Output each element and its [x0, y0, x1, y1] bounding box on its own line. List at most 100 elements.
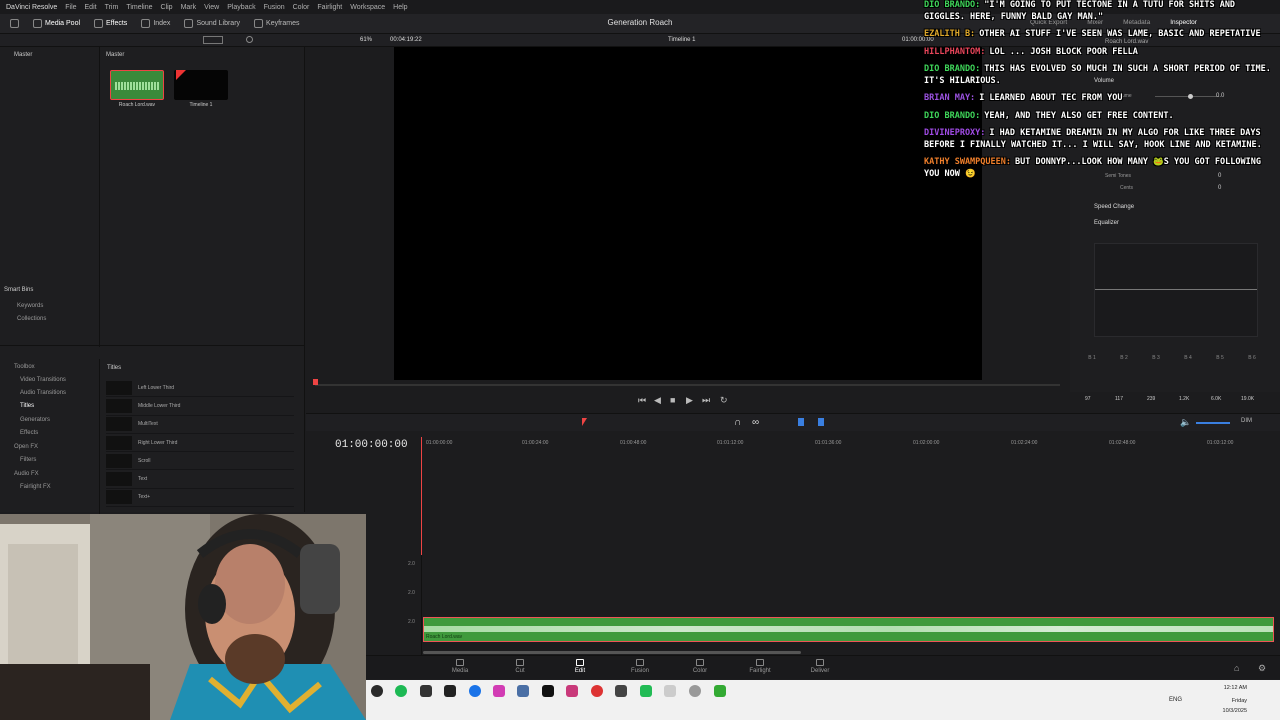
title-item[interactable]: Text+ — [106, 489, 294, 508]
app-icon[interactable] — [420, 685, 432, 697]
tree-effects[interactable]: Effects — [20, 430, 38, 436]
sound-library-button[interactable]: Sound Library — [184, 19, 240, 28]
tree-audio-fx[interactable]: Audio FX — [14, 471, 39, 477]
app-icon[interactable] — [444, 685, 456, 697]
title-item[interactable]: Scroll — [106, 452, 294, 471]
viewer-playhead[interactable] — [313, 379, 318, 385]
tree-fairlight-fx[interactable]: Fairlight FX — [20, 484, 51, 490]
menu-fusion[interactable]: Fusion — [264, 4, 285, 11]
home-icon[interactable]: ⌂ — [1234, 663, 1239, 673]
media-pool-button[interactable]: Media Pool — [33, 19, 80, 28]
app-icon[interactable] — [615, 685, 627, 697]
page-fusion[interactable]: Fusion — [625, 659, 655, 674]
page-fairlight[interactable]: Fairlight — [745, 659, 775, 674]
index-button[interactable]: Index — [141, 19, 170, 28]
title-item[interactable]: Text — [106, 470, 294, 489]
speaker-icon[interactable]: 🔈 — [1180, 417, 1191, 428]
menu-workspace[interactable]: Workspace — [350, 4, 385, 11]
menu-playback[interactable]: Playback — [227, 4, 255, 11]
tree-titles[interactable]: Titles — [20, 403, 34, 409]
page-deliver[interactable]: Deliver — [805, 659, 835, 674]
smart-bin-keywords[interactable]: Keywords — [17, 303, 43, 309]
keyframes-button[interactable]: Keyframes — [254, 19, 300, 28]
section-speed-change[interactable]: Speed Change — [1094, 204, 1134, 210]
first-frame-icon[interactable]: ⏮ — [638, 395, 646, 406]
app-icon[interactable] — [591, 685, 603, 697]
app-icon[interactable] — [493, 685, 505, 697]
menu-mark[interactable]: Mark — [181, 4, 197, 11]
tree-video-transitions[interactable]: Video Transitions — [20, 377, 66, 383]
eq-band-label[interactable]: B 2 — [1112, 355, 1136, 361]
eq-band-frequency[interactable]: 1.2K — [1179, 396, 1189, 402]
clip-thumbnail-audio[interactable] — [110, 70, 164, 100]
menu-file[interactable]: File — [65, 4, 76, 11]
eq-band-frequency[interactable]: 117 — [1115, 396, 1123, 402]
title-item[interactable]: MultiText — [106, 416, 294, 434]
eq-band-frequency[interactable]: 19.0K — [1241, 396, 1254, 402]
eq-band-frequency[interactable]: 97 — [1085, 396, 1091, 402]
app-icon[interactable] — [664, 685, 676, 697]
page-edit[interactable]: Edit — [565, 659, 595, 674]
tree-open-fx[interactable]: Open FX — [14, 444, 38, 450]
tree-generators[interactable]: Generators — [20, 417, 50, 423]
loop-icon[interactable]: ↻ — [720, 395, 728, 406]
marker-icon[interactable] — [818, 418, 824, 426]
timeline-scrollbar[interactable] — [423, 651, 801, 654]
app-icon[interactable] — [517, 685, 529, 697]
eq-band-label[interactable]: B 3 — [1144, 355, 1168, 361]
search-icon[interactable] — [246, 36, 253, 43]
page-media[interactable]: Media — [445, 659, 475, 674]
smart-bin-collections[interactable]: Collections — [17, 316, 46, 322]
settings-gear-icon[interactable]: ⚙ — [1258, 663, 1266, 674]
clock-time[interactable]: 12:12 AM — [1211, 685, 1247, 691]
panel-toggle-button[interactable] — [10, 19, 19, 28]
menu-fairlight[interactable]: Fairlight — [317, 4, 342, 11]
eq-band-frequency[interactable]: 239 — [1147, 396, 1155, 402]
resolve-taskbar-icon[interactable] — [371, 685, 383, 697]
page-cut[interactable]: Cut — [505, 659, 535, 674]
app-icon[interactable] — [714, 685, 726, 697]
spotify-icon[interactable] — [395, 685, 407, 697]
timeline-selector[interactable]: Timeline 1 — [668, 37, 695, 43]
title-item[interactable]: Middle Lower Third — [106, 397, 294, 416]
viewer-canvas[interactable] — [394, 47, 982, 380]
volume-slider[interactable] — [1196, 422, 1230, 424]
menu-color[interactable]: Color — [293, 4, 310, 11]
timeline-ruler[interactable]: 01:00:00:00 01:00:24:00 01:00:48:00 01:0… — [422, 437, 1274, 449]
last-frame-icon[interactable]: ⏭ — [702, 395, 710, 406]
viewer-scrubber[interactable] — [315, 384, 1060, 386]
menu-view[interactable]: View — [204, 4, 219, 11]
browser-icon[interactable] — [469, 685, 481, 697]
language-indicator[interactable]: ENG — [1169, 697, 1182, 703]
bin-master[interactable]: Master — [14, 52, 32, 58]
play-icon[interactable]: ▶ — [686, 395, 693, 406]
viewer-zoom[interactable]: 61% — [360, 37, 372, 43]
tree-toolbox[interactable]: Toolbox — [14, 364, 35, 370]
cents-value[interactable]: 0 — [1218, 185, 1221, 191]
effects-button[interactable]: Effects — [94, 19, 127, 28]
eq-band-label[interactable]: B 4 — [1176, 355, 1200, 361]
tree-audio-transitions[interactable]: Audio Transitions — [20, 390, 66, 396]
title-item[interactable]: Left Lower Third — [106, 379, 294, 398]
clip-thumbnail-timeline[interactable] — [174, 70, 228, 100]
app-icon[interactable] — [689, 685, 701, 697]
menu-timeline[interactable]: Timeline — [126, 4, 152, 11]
grid-view-icon[interactable] — [203, 36, 223, 44]
link-icon[interactable]: ∞ — [752, 417, 759, 428]
eq-band-label[interactable]: B 6 — [1240, 355, 1264, 361]
menu-clip[interactable]: Clip — [161, 4, 173, 11]
stop-icon[interactable]: ■ — [670, 395, 675, 405]
page-color[interactable]: Color — [685, 659, 715, 674]
eq-band-label[interactable]: B 5 — [1208, 355, 1232, 361]
play-reverse-icon[interactable]: ◀ — [654, 395, 661, 406]
app-icon[interactable] — [640, 685, 652, 697]
selection-tool-icon[interactable] — [582, 418, 587, 426]
snapping-icon[interactable]: ∩ — [734, 417, 741, 428]
eq-graph[interactable] — [1094, 243, 1258, 337]
eq-band-frequency[interactable]: 6.0K — [1211, 396, 1221, 402]
dim-button[interactable]: DIM — [1241, 418, 1252, 424]
tree-filters[interactable]: Filters — [20, 457, 36, 463]
menu-trim[interactable]: Trim — [105, 4, 119, 11]
app-icon[interactable] — [566, 685, 578, 697]
audio-clip[interactable]: Roach Lord.wav — [423, 617, 1274, 642]
